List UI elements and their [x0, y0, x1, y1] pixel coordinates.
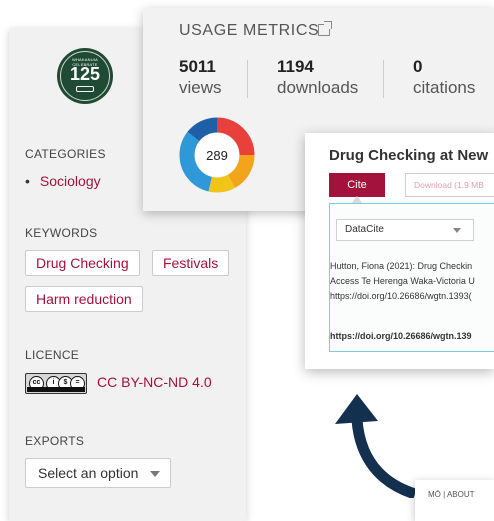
usage-metrics-title: USAGE METRICS: [179, 22, 320, 39]
citations-count: 0: [413, 57, 423, 76]
logo-number: 125: [69, 64, 101, 84]
bullet-icon: •: [25, 173, 30, 189]
external-link-icon[interactable]: [318, 21, 332, 36]
cc-license-badge[interactable]: cc i $ =: [25, 373, 87, 394]
downloads-count: 1194: [277, 57, 314, 76]
car-icon: [76, 86, 94, 92]
download-button[interactable]: Download (1.9 MB: [405, 173, 494, 197]
views-count: 5011: [179, 57, 216, 76]
keyword-tag[interactable]: Harm reduction: [25, 286, 143, 312]
categories-heading: CATEGORIES: [25, 147, 106, 161]
citation-panel: DataCite Hutton, Fiona (2021): Drug Chec…: [329, 203, 494, 352]
divider: [247, 60, 248, 98]
dataset-title[interactable]: Drug Checking at New: [329, 147, 488, 164]
altmetric-donut[interactable]: 289: [178, 116, 256, 194]
views-label: views: [179, 78, 222, 97]
citation-line: Access Te Herenga Waka-Victoria U: [330, 276, 475, 286]
doi-link[interactable]: https://doi.org/10.26686/wgtn.139: [330, 331, 472, 341]
citation-style-select[interactable]: DataCite: [336, 219, 474, 241]
anniversary-logo: WHAKANUIA CELEBRATE 125: [57, 48, 113, 104]
keywords-heading: KEYWORDS: [25, 226, 98, 240]
divider: [383, 60, 384, 98]
export-select[interactable]: Select an option: [25, 458, 171, 488]
keyword-tag[interactable]: Drug Checking: [25, 250, 140, 276]
downloads-label: downloads: [277, 78, 359, 97]
export-select-value: Select an option: [38, 465, 139, 481]
altmetric-donut-icon: 289: [179, 117, 255, 193]
altmetric-score: 289: [206, 148, 228, 163]
chevron-down-icon: [150, 471, 160, 477]
citation-style-value: DataCite: [345, 224, 384, 235]
chevron-down-icon: [453, 228, 461, 233]
category-label: Sociology: [39, 173, 101, 189]
licence-heading: LICENCE: [25, 348, 80, 362]
citations-label: citations: [413, 78, 476, 97]
exports-heading: EXPORTS: [25, 434, 85, 448]
licence-link[interactable]: CC BY-NC-ND 4.0: [97, 374, 212, 390]
dataset-card: Drug Checking at New Cite Download (1.9 …: [305, 133, 494, 369]
keyword-tag[interactable]: Festivals: [152, 250, 230, 276]
footer-nav-text[interactable]: MŌ | ABOUT: [428, 490, 475, 499]
bottom-nav-card: MŌ | ABOUT: [415, 480, 494, 521]
citation-line[interactable]: https://doi.org/10.26686/wgtn.1393(: [330, 291, 472, 301]
cite-button[interactable]: Cite: [329, 173, 385, 197]
citation-line: Hutton, Fiona (2021): Drug Checkin: [330, 261, 473, 271]
badge-strip: [27, 387, 85, 392]
category-item[interactable]: • Sociology: [25, 173, 101, 189]
